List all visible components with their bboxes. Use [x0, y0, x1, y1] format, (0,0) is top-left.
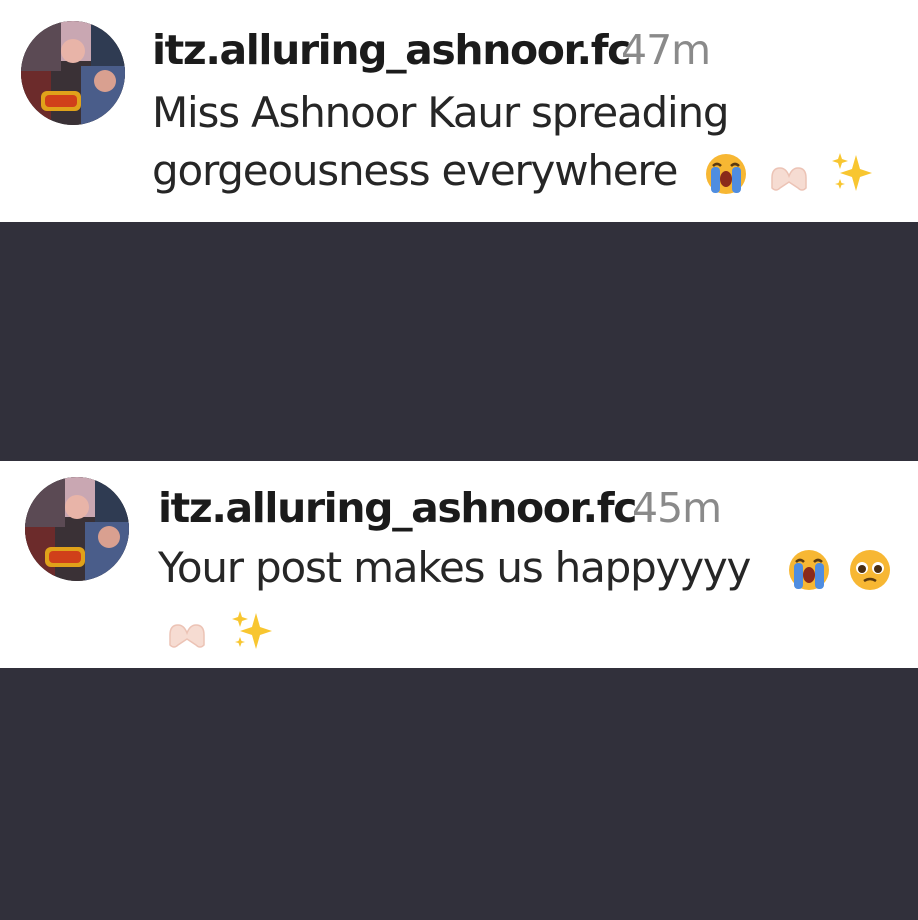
- divider-band: [0, 668, 918, 920]
- pleading-face-icon: [850, 550, 890, 590]
- comment-username[interactable]: itz.alluring_ashnoor.fc: [158, 484, 637, 532]
- avatar-image: [25, 477, 129, 581]
- heart-hands-icon: [771, 167, 807, 191]
- sparkles-icon: [232, 611, 272, 649]
- comment-item: itz.alluring_ashnoor.fc 45m Your post ma…: [0, 461, 918, 668]
- avatar[interactable]: [21, 21, 125, 125]
- heart-hands-icon: [169, 624, 205, 648]
- comment-username[interactable]: itz.alluring_ashnoor.fc: [152, 26, 631, 74]
- loudly-crying-face-icon: [706, 154, 746, 194]
- avatar-image: [21, 21, 125, 125]
- comment-timestamp: 47m: [621, 26, 711, 74]
- comment-item: itz.alluring_ashnoor.fc 47m Miss Ashnoor…: [0, 0, 918, 222]
- divider-band: [0, 222, 918, 461]
- comment-text-line: Miss Ashnoor Kaur spreading: [152, 88, 730, 137]
- loudly-crying-face-icon: [789, 550, 829, 590]
- comment-text-line: gorgeousness everywhere: [152, 146, 678, 195]
- comment-timestamp: 45m: [632, 484, 722, 532]
- avatar[interactable]: [25, 477, 129, 581]
- sparkles-icon: [832, 153, 872, 191]
- comment-text-line: Your post makes us happyyyy: [158, 543, 751, 592]
